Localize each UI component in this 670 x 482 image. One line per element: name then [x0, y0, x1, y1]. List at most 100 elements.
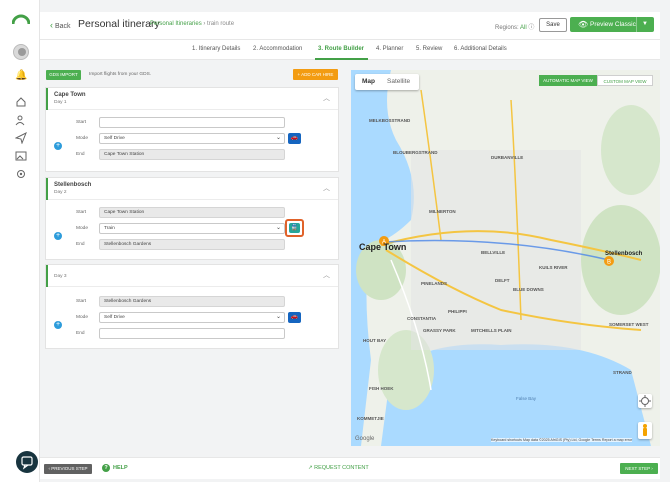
map-label: BELLVILLE [481, 250, 506, 255]
mode-label: Mode [76, 136, 88, 141]
chevron-up-icon[interactable]: ︿ [323, 270, 330, 280]
accent-bar [46, 88, 48, 110]
end-label: End [76, 242, 85, 247]
help-button[interactable]: ? HELP [102, 464, 128, 472]
add-stop-button[interactable]: + [54, 142, 62, 150]
gds-import-button[interactable]: GDS IMPORT [46, 70, 81, 80]
end-input[interactable] [99, 328, 285, 339]
chevron-up-icon[interactable]: ︿ [323, 93, 330, 103]
gds-hint: Import flights from your GDS. [89, 72, 152, 77]
add-car-hire-button[interactable]: + ADD CAR HIRE [293, 69, 338, 80]
avatar[interactable] [13, 44, 29, 60]
car-icon[interactable]: 🚗 [288, 133, 301, 144]
info-icon: ⓘ [528, 25, 535, 31]
automatic-map-view-button[interactable]: AUTOMATIC MAP VIEW [539, 75, 597, 86]
step-itinerary-details[interactable]: 1. Itinerary Details [192, 46, 240, 52]
left-rail: 🔔 [0, 0, 40, 482]
top-bar: ‹ Back Personal itinerary Personal Itine… [40, 12, 660, 40]
mode-value: Train [104, 226, 115, 231]
step-accommodation[interactable]: 2. Accommodation [253, 46, 302, 52]
route-day: Day 3 [54, 274, 67, 279]
satellite-tab[interactable]: Satellite [387, 78, 410, 85]
regions-selector[interactable]: Regions: All ⓘ [495, 22, 534, 31]
street-view-button[interactable] [638, 422, 652, 439]
route-card-day-3: Day 3 ︿ Start Stellenbosch Gardens Mode … [45, 264, 339, 349]
save-button[interactable]: Save [539, 18, 567, 32]
breadcrumb-link[interactable]: Personal Itineraries [150, 21, 202, 27]
chat-icon[interactable] [16, 451, 38, 473]
custom-map-view-button[interactable]: CUSTOM MAP VIEW [597, 75, 653, 86]
map-label: GRASSY PARK [423, 328, 456, 333]
mode-select[interactable]: Self Drive ⌄ [99, 133, 285, 144]
mode-value: Self Drive [104, 136, 125, 141]
map-label: SOMERSET WEST [609, 322, 649, 327]
request-content-button[interactable]: ↗ REQUEST CONTENT [308, 465, 369, 471]
eye-icon: 👁 [578, 20, 589, 29]
end-label: End [76, 331, 85, 336]
start-label: Start [76, 299, 87, 304]
start-input[interactable] [99, 117, 285, 128]
chevron-down-icon: ⌄ [275, 225, 281, 231]
route-card-header[interactable]: Day 3 ︿ [46, 265, 338, 287]
end-input[interactable]: Stellenbosch Gardens [99, 239, 285, 250]
accent-bar [46, 265, 48, 287]
bottom-bar: ‹ PREVIOUS STEP ? HELP ↗ REQUEST CONTENT … [40, 457, 660, 479]
map-label: CONSTANTIA [407, 316, 437, 321]
next-step-button[interactable]: NEXT STEP › [620, 463, 658, 474]
home-icon[interactable] [15, 96, 27, 108]
back-label: Back [54, 23, 71, 30]
chevron-up-icon[interactable]: ︿ [323, 183, 330, 193]
map-label: KUILS RIVER [539, 265, 568, 270]
end-input[interactable]: Cape Town Station [99, 149, 285, 160]
start-label: Start [76, 120, 87, 125]
route-card-header[interactable]: Stellenbosch Day 2 ︿ [46, 178, 338, 200]
train-icon-highlight[interactable]: 🚆 [285, 219, 304, 237]
image-icon[interactable] [15, 150, 27, 162]
map-label-stellenbosch: Stellenbosch [605, 251, 643, 257]
map-label: HOUT BAY [363, 338, 387, 343]
route-card-header[interactable]: Cape Town Day 1 ︿ [46, 88, 338, 110]
route-city: Cape Town [54, 92, 86, 98]
car-icon[interactable]: 🚗 [288, 312, 301, 323]
bell-icon[interactable]: 🔔 [15, 70, 27, 82]
step-additional-details[interactable]: 6. Additional Details [454, 46, 507, 52]
map-label: KOMMETJIE [357, 416, 384, 421]
mode-select[interactable]: Train ⌄ [99, 223, 285, 234]
mode-label: Mode [76, 315, 88, 320]
chevron-down-icon[interactable]: ▼ [642, 17, 648, 32]
brand-logo[interactable] [12, 14, 30, 24]
route-day: Day 2 [54, 190, 67, 195]
preview-label: Preview Classic [590, 21, 636, 28]
chevron-left-icon: ‹ [50, 20, 53, 30]
add-stop-button[interactable]: + [54, 232, 62, 240]
settings-icon[interactable] [15, 168, 27, 180]
map-label: BLOUBERGSTRAND [393, 150, 438, 155]
route-day: Day 1 [54, 100, 67, 105]
add-stop-button[interactable]: + [54, 321, 62, 329]
start-input[interactable]: Stellenbosch Gardens [99, 296, 285, 307]
step-route-builder[interactable]: 3. Route Builder [318, 46, 364, 52]
mode-select[interactable]: Self Drive ⌄ [99, 312, 285, 323]
map-attribution[interactable]: Keyboard shortcuts Map data ©2025 AfriGI… [491, 438, 633, 442]
map-label-cape-town: Cape Town [359, 242, 407, 252]
map-label: PINELANDS [421, 281, 448, 286]
back-button[interactable]: ‹ Back [50, 20, 71, 30]
recenter-button[interactable] [638, 394, 652, 408]
route-map[interactable]: A B Map Satellite AUTOMATIC MAP VIEW CUS… [351, 70, 660, 446]
map-label: STRAND [613, 370, 632, 375]
end-label: End [76, 152, 85, 157]
breadcrumb-separator: › [203, 21, 206, 27]
step-planner[interactable]: 4. Planner [376, 46, 403, 52]
send-icon[interactable] [14, 131, 27, 145]
previous-step-button[interactable]: ‹ PREVIOUS STEP [44, 464, 92, 474]
start-input[interactable]: Cape Town Station [99, 207, 285, 218]
step-review[interactable]: 5. Review [416, 46, 442, 52]
map-label: PHILIPPI [448, 309, 467, 314]
preview-classic-button[interactable]: 👁 Preview Classic ▼ [570, 17, 654, 32]
map-type-toggle: Map Satellite [355, 74, 419, 90]
map-tab[interactable]: Map [362, 78, 375, 85]
users-icon[interactable] [15, 114, 27, 126]
accent-bar [46, 178, 48, 200]
map-label: MILNERTON [429, 209, 456, 214]
route-card-day-2: Stellenbosch Day 2 ︿ Start Cape Town Sta… [45, 177, 339, 260]
